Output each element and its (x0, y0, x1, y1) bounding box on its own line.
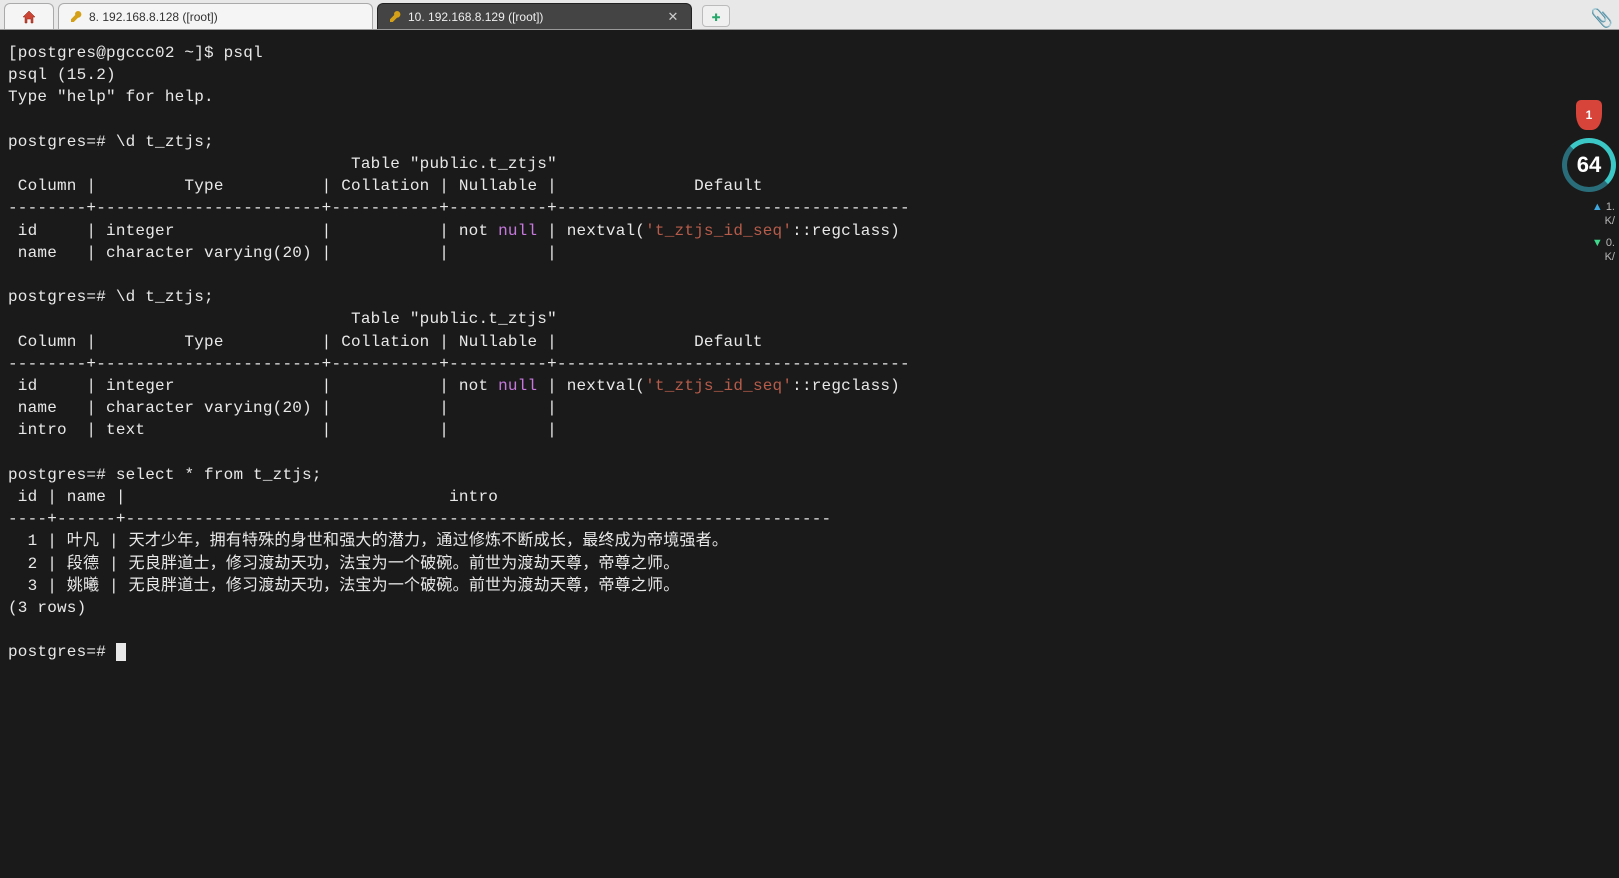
separator: --------+-----------------------+-------… (8, 199, 910, 217)
tab-label: 10. 192.168.8.129 ([root]) (408, 10, 659, 24)
table-header: Column | Type | Collation | Nullable | D… (8, 333, 910, 351)
arrow-down-icon: ▼ (1592, 237, 1603, 249)
shield-count: 1 (1586, 108, 1593, 122)
system-monitor-sidebar: 1 64 ▲ 1.K/ ▼ 0.K/ (1559, 100, 1619, 264)
row-count: (3 rows) (8, 599, 86, 617)
network-download: ▼ 0.K/ (1559, 236, 1619, 264)
tab-session-10[interactable]: 10. 192.168.8.129 ([root]) ✕ (377, 3, 692, 29)
shell-line: [postgres@pgccc02 ~]$ psql (8, 44, 263, 62)
pg-prompt: postgres=# (8, 288, 116, 306)
row-intro: intro | text | | | (8, 421, 567, 439)
wrench-icon (388, 10, 402, 24)
close-tab-icon[interactable]: ✕ (665, 9, 681, 25)
new-tab-button[interactable]: ✚ (702, 5, 730, 27)
home-icon (21, 9, 37, 25)
arrow-up-icon: ▲ (1592, 201, 1603, 213)
pg-prompt: postgres=# (8, 133, 116, 151)
network-upload: ▲ 1.K/ (1559, 200, 1619, 228)
pg-prompt: postgres=# (8, 643, 116, 661)
row-id: id | integer | | not null | nextval('t_z… (8, 222, 900, 240)
table-title: Table "public.t_ztjs" (8, 155, 557, 173)
tab-label: 8. 192.168.8.128 ([root]) (89, 10, 362, 24)
separator: ----+------+----------------------------… (8, 510, 831, 528)
security-shield-icon[interactable]: 1 (1576, 100, 1602, 130)
separator: --------+-----------------------+-------… (8, 355, 910, 373)
row-name: name | character varying(20) | | | (8, 244, 567, 262)
data-row: 2 | 段德 | 无良胖道士，修习渡劫天功，法宝为一个破碗。前世为渡劫天尊，帝尊… (8, 555, 679, 573)
paperclip-icon[interactable]: 📎 (1591, 8, 1613, 30)
psql-version: psql (15.2) (8, 66, 116, 84)
data-row: 3 | 姚曦 | 无良胖道士，修习渡劫天功，法宝为一个破碗。前世为渡劫天尊，帝尊… (8, 577, 679, 595)
terminal-output[interactable]: [postgres@pgccc02 ~]$ psql psql (15.2) T… (0, 30, 1454, 878)
cmd: \d t_ztjs; (116, 288, 214, 306)
row-id: id | integer | | not null | nextval('t_z… (8, 377, 900, 395)
cursor (116, 643, 126, 661)
home-tab[interactable] (4, 3, 54, 29)
wrench-icon (69, 10, 83, 24)
cmd: \d t_ztjs; (116, 133, 214, 151)
cmd: select * from t_ztjs; (116, 466, 322, 484)
data-row: 1 | 叶凡 | 天才少年，拥有特殊的身世和强大的潜力，通过修炼不断成长，最终成… (8, 532, 728, 550)
table-title: Table "public.t_ztjs" (8, 310, 557, 328)
row-name: name | character varying(20) | | | (8, 399, 567, 417)
table-header: Column | Type | Collation | Nullable | D… (8, 177, 910, 195)
gauge-value: 64 (1577, 152, 1601, 178)
performance-gauge[interactable]: 64 (1562, 138, 1616, 192)
tab-bar: 8. 192.168.8.128 ([root]) 10. 192.168.8.… (0, 0, 1619, 30)
help-hint: Type "help" for help. (8, 88, 214, 106)
tab-session-8[interactable]: 8. 192.168.8.128 ([root]) (58, 3, 373, 29)
select-header: id | name | intro (8, 488, 831, 506)
pg-prompt: postgres=# (8, 466, 116, 484)
